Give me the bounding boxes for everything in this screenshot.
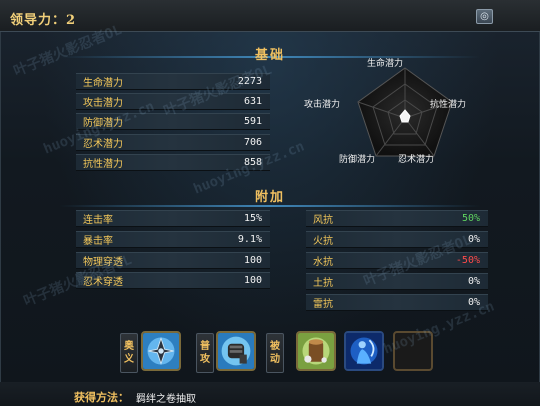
tag-char: 攻 bbox=[200, 354, 210, 365]
res-label: 风抗 bbox=[313, 215, 333, 226]
stat-label: 抗性潜力 bbox=[83, 159, 123, 170]
res-value: 0% bbox=[467, 234, 480, 245]
log-substitution-icon[interactable] bbox=[296, 331, 336, 371]
tag-char: 普 bbox=[200, 341, 210, 352]
res-row-fire: 火抗 0% bbox=[306, 231, 488, 248]
ougi-tag: 奥 义 bbox=[120, 333, 138, 373]
stat-value: 858 bbox=[243, 157, 262, 168]
stat-value: 2273 bbox=[237, 76, 262, 87]
extra-label: 忍术穿透 bbox=[83, 277, 123, 288]
stat-label: 防御潜力 bbox=[83, 118, 123, 129]
stat-row-resistance: 抗性潜力 858 bbox=[76, 154, 270, 171]
res-label: 火抗 bbox=[313, 236, 333, 247]
radar-label-defense: 防御潜力 bbox=[339, 155, 376, 165]
res-row-wind: 风抗 50% bbox=[306, 210, 488, 227]
extra-label: 物理穿透 bbox=[83, 257, 123, 268]
res-value: 0% bbox=[467, 297, 480, 308]
stat-row-attack: 攻击潜力 631 bbox=[76, 93, 270, 110]
stat-value: 706 bbox=[243, 137, 262, 148]
tag-char: 动 bbox=[270, 354, 280, 365]
extra-value: 100 bbox=[243, 275, 262, 286]
extra-value: 15% bbox=[243, 213, 262, 224]
tag-char: 被 bbox=[270, 341, 280, 352]
stat-row-ninjutsu: 忍术潜力 706 bbox=[76, 134, 270, 151]
radar-label-hp: 生命潜力 bbox=[367, 59, 404, 69]
stat-label: 攻击潜力 bbox=[83, 98, 123, 109]
res-value: 0% bbox=[467, 276, 480, 287]
stat-label: 忍术潜力 bbox=[83, 139, 123, 150]
res-value: -50% bbox=[455, 255, 480, 266]
obtain-method-value: 羁绊之卷抽取 bbox=[136, 394, 196, 405]
leadership-label: 领导力：2 bbox=[10, 13, 77, 28]
radar-label-resistance: 抗性潜力 bbox=[430, 100, 467, 110]
stat-label: 生命潜力 bbox=[83, 78, 123, 89]
water-clone-icon[interactable] bbox=[344, 331, 384, 371]
fist-skill-icon[interactable] bbox=[216, 331, 256, 371]
res-label: 雷抗 bbox=[313, 299, 333, 310]
top-bar bbox=[0, 0, 540, 32]
stat-value: 631 bbox=[243, 96, 262, 107]
extra-row-combo: 连击率 15% bbox=[76, 210, 270, 227]
swirl-icon[interactable]: ◎ bbox=[476, 9, 493, 24]
extra-row-phys-pen: 物理穿透 100 bbox=[76, 252, 270, 269]
res-row-earth: 土抗 0% bbox=[306, 273, 488, 290]
tag-char: 奥 bbox=[124, 341, 134, 352]
res-row-water: 水抗 -50% bbox=[306, 252, 488, 269]
stat-value: 591 bbox=[243, 116, 262, 127]
extra-value: 100 bbox=[243, 255, 262, 266]
tag-char: 义 bbox=[124, 354, 134, 365]
radar-label-ninjutsu: 忍术潜力 bbox=[398, 155, 435, 165]
extra-value: 9.1% bbox=[237, 234, 262, 245]
stat-row-defense: 防御潜力 591 bbox=[76, 113, 270, 130]
res-value: 50% bbox=[461, 213, 480, 224]
obtain-method-label: 获得方法： bbox=[74, 391, 129, 404]
normal-attack-tag: 普 攻 bbox=[196, 333, 214, 373]
extra-label: 暴击率 bbox=[83, 236, 113, 247]
res-row-lightning: 雷抗 0% bbox=[306, 294, 488, 311]
radar-label-attack: 攻击潜力 bbox=[304, 100, 341, 110]
res-label: 土抗 bbox=[313, 278, 333, 289]
extra-section-title: 附加 bbox=[254, 190, 285, 205]
shuriken-skill-icon[interactable] bbox=[141, 331, 181, 371]
res-label: 水抗 bbox=[313, 257, 333, 268]
potential-radar: 生命潜力 抗性潜力 忍术潜力 防御潜力 攻击潜力 bbox=[304, 52, 480, 174]
extra-label: 连击率 bbox=[83, 215, 113, 226]
extra-row-nin-pen: 忍术穿透 100 bbox=[76, 272, 270, 289]
stat-row-hp: 生命潜力 2273 bbox=[76, 73, 270, 90]
passive-tag: 被 动 bbox=[266, 333, 284, 373]
empty-skill-slot[interactable] bbox=[393, 331, 433, 371]
extra-row-crit: 暴击率 9.1% bbox=[76, 231, 270, 248]
